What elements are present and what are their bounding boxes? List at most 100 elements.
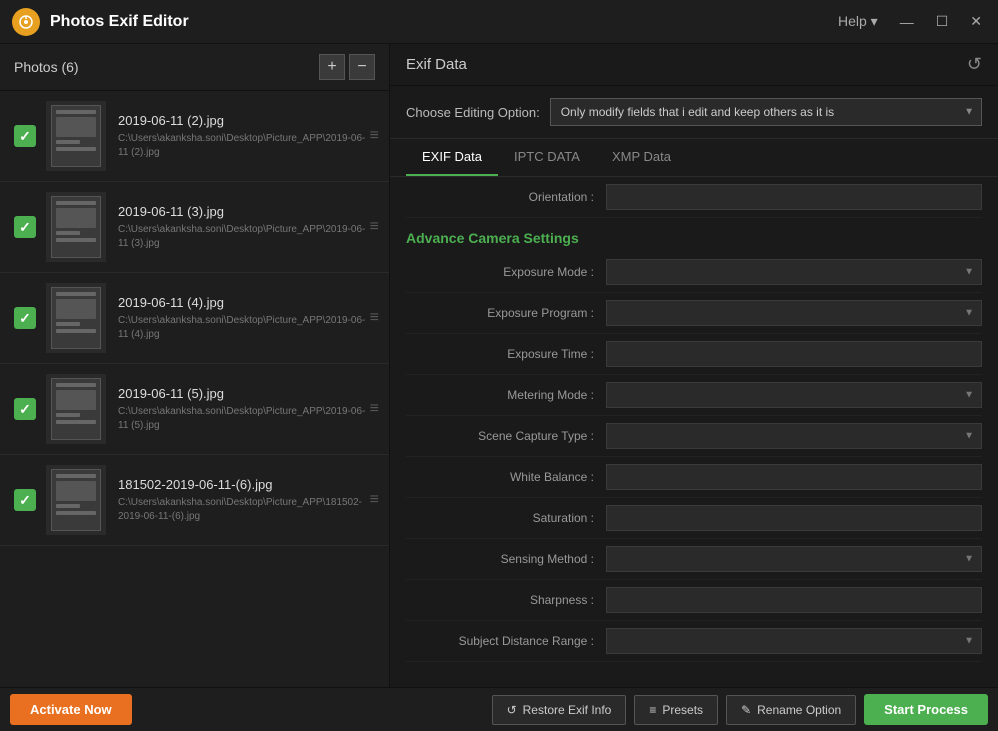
editing-option-bar: Choose Editing Option: Only modify field… <box>390 86 998 139</box>
camera-field-select-wrapper <box>606 423 982 449</box>
restore-icon: ↺ <box>507 703 517 717</box>
presets-label: Presets <box>662 703 703 717</box>
app-title: Photos Exif Editor <box>50 13 834 31</box>
camera-field-select[interactable] <box>606 259 982 285</box>
camera-field-row: Exposure Program : <box>406 293 982 334</box>
editing-option-select[interactable]: Only modify fields that i edit and keep … <box>550 98 982 126</box>
titlebar: Photos Exif Editor Help ▾ — ☐ ✕ <box>0 0 998 44</box>
bottom-bar: Activate Now ↺ Restore Exif Info ≡ Prese… <box>0 687 998 731</box>
camera-field-row: Sensing Method : <box>406 539 982 580</box>
right-panel: Exif Data ↺ Choose Editing Option: Only … <box>390 44 998 687</box>
camera-field-input[interactable] <box>606 341 982 367</box>
minimize-button[interactable]: — <box>896 14 918 30</box>
rename-icon: ✎ <box>741 703 751 717</box>
photo-info: 2019-06-11 (3).jpg C:\Users\akanksha.soni… <box>118 204 375 251</box>
camera-field-row: Scene Capture Type : <box>406 416 982 457</box>
tab-xmp[interactable]: XMP Data <box>596 139 687 176</box>
camera-field-select[interactable] <box>606 423 982 449</box>
camera-field-select-wrapper <box>606 300 982 326</box>
app-logo <box>12 8 40 36</box>
photo-item[interactable]: 2019-06-11 (2).jpgC:\Users\akanksha.soni… <box>0 91 389 182</box>
photo-name: 2019-06-11 (3).jpg <box>118 204 375 219</box>
camera-field-select[interactable] <box>606 628 982 654</box>
camera-section-header: Advance Camera Settings <box>406 218 982 252</box>
maximize-button[interactable]: ☐ <box>932 13 953 30</box>
restore-label: Restore Exif Info <box>523 703 612 717</box>
camera-field-label: Exposure Time : <box>406 347 606 361</box>
field-row: Orientation : <box>406 177 982 218</box>
photo-thumbnail <box>46 283 106 353</box>
camera-field-select-wrapper <box>606 259 982 285</box>
photo-path: C:\Users\akanksha.soni\Desktop\Picture_A… <box>118 223 375 251</box>
data-area: Orientation : Advance Camera Settings Expo… <box>390 177 998 687</box>
tab-exif[interactable]: EXIF Data <box>406 139 498 176</box>
refresh-icon[interactable]: ↺ <box>967 54 982 75</box>
help-button[interactable]: Help ▾ <box>834 13 882 30</box>
close-button[interactable]: ✕ <box>966 13 986 30</box>
photo-path: C:\Users\akanksha.soni\Desktop\Picture_A… <box>118 314 375 342</box>
camera-field-select-wrapper <box>606 382 982 408</box>
photos-header: Photos (6) + − <box>0 44 389 91</box>
camera-field-label: White Balance : <box>406 470 606 484</box>
field-input[interactable] <box>606 184 982 210</box>
photo-info: 181502-2019-06-11-(6).jpgC:\Users\akanks… <box>118 477 375 524</box>
photo-menu-icon[interactable]: ≡ <box>370 491 379 509</box>
camera-field-label: Scene Capture Type : <box>406 429 606 443</box>
camera-field-row: White Balance : <box>406 457 982 498</box>
camera-field-label: Metering Mode : <box>406 388 606 402</box>
camera-field-select[interactable] <box>606 300 982 326</box>
start-process-button[interactable]: Start Process <box>864 694 988 725</box>
photo-item[interactable]: 2019-06-11 (4).jpgC:\Users\akanksha.soni… <box>0 273 389 364</box>
photo-thumbnail <box>46 374 106 444</box>
photo-path: C:\Users\akanksha.soni\Desktop\Picture_A… <box>118 405 375 433</box>
remove-photo-button[interactable]: − <box>349 54 375 80</box>
photo-info: 2019-06-11 (4).jpgC:\Users\akanksha.soni… <box>118 295 375 342</box>
exif-data-header: Exif Data ↺ <box>390 44 998 86</box>
photo-checkbox[interactable] <box>14 216 36 238</box>
editing-option-wrapper: Only modify fields that i edit and keep … <box>550 98 982 126</box>
photo-checkbox[interactable] <box>14 307 36 329</box>
presets-button[interactable]: ≡ Presets <box>634 695 718 725</box>
window-controls: Help ▾ — ☐ ✕ <box>834 13 986 30</box>
field-label: Orientation : <box>406 190 606 204</box>
photos-title: Photos (6) <box>14 59 315 75</box>
photo-name: 181502-2019-06-11-(6).jpg <box>118 477 375 492</box>
rename-option-button[interactable]: ✎ Rename Option <box>726 695 856 725</box>
photo-checkbox[interactable] <box>14 489 36 511</box>
main-layout: Photos (6) + − 2019-06-11 (2).jpgC:\User… <box>0 44 998 687</box>
photo-info: 2019-06-11 (5).jpg C:\Users\akanksha.soni… <box>118 386 375 433</box>
photo-item[interactable]: 2019-06-11 (3).jpg C:\Users\akanksha.soni… <box>0 182 389 273</box>
tab-iptc[interactable]: IPTC DATA <box>498 139 596 176</box>
activate-button[interactable]: Activate Now <box>10 694 132 725</box>
photo-checkbox[interactable] <box>14 125 36 147</box>
photo-item[interactable]: 2019-06-11 (5).jpg C:\Users\akanksha.soni… <box>0 364 389 455</box>
photo-name: 2019-06-11 (5).jpg <box>118 386 375 401</box>
photo-menu-icon[interactable]: ≡ <box>370 309 379 327</box>
camera-field-label: Exposure Program : <box>406 306 606 320</box>
editing-option-label: Choose Editing Option: <box>406 105 540 120</box>
camera-field-row: Exposure Mode : <box>406 252 982 293</box>
photo-thumbnail <box>46 101 106 171</box>
camera-field-row: Subject Distance Range : <box>406 621 982 662</box>
photo-checkbox[interactable] <box>14 398 36 420</box>
restore-exif-button[interactable]: ↺ Restore Exif Info <box>492 695 627 725</box>
camera-field-label: Exposure Mode : <box>406 265 606 279</box>
photo-thumbnail <box>46 465 106 535</box>
photo-menu-icon[interactable]: ≡ <box>370 218 379 236</box>
camera-field-label: Saturation : <box>406 511 606 525</box>
camera-field-input[interactable] <box>606 587 982 613</box>
camera-field-row: Exposure Time : <box>406 334 982 375</box>
camera-field-select-wrapper <box>606 546 982 572</box>
photo-menu-icon[interactable]: ≡ <box>370 400 379 418</box>
camera-field-input[interactable] <box>606 464 982 490</box>
app-logo-icon <box>18 14 34 30</box>
add-photo-button[interactable]: + <box>319 54 345 80</box>
photo-item[interactable]: 181502-2019-06-11-(6).jpgC:\Users\akanks… <box>0 455 389 546</box>
camera-field-select[interactable] <box>606 382 982 408</box>
photo-menu-icon[interactable]: ≡ <box>370 127 379 145</box>
camera-field-label: Subject Distance Range : <box>406 634 606 648</box>
photo-path: C:\Users\akanksha.soni\Desktop\Picture_A… <box>118 132 375 160</box>
camera-field-select[interactable] <box>606 546 982 572</box>
photos-list: 2019-06-11 (2).jpgC:\Users\akanksha.soni… <box>0 91 389 687</box>
camera-field-input[interactable] <box>606 505 982 531</box>
